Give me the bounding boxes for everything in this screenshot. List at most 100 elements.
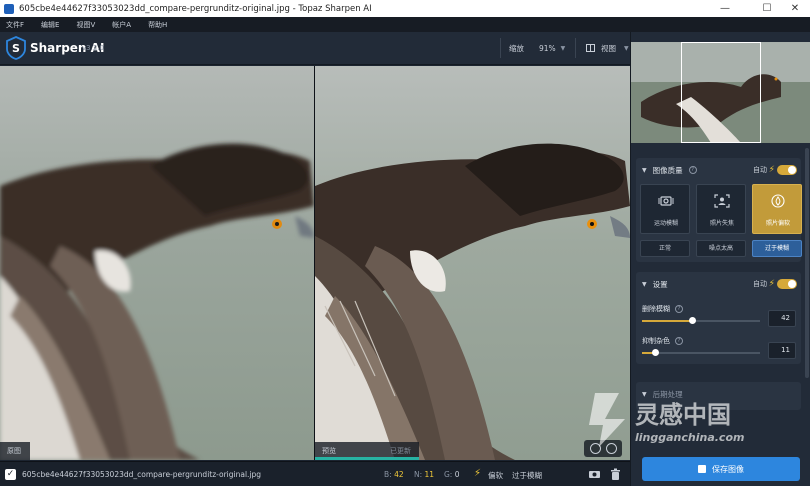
settings-auto-label: 自动 [753, 280, 767, 288]
remove-blur-label: 删除模糊 [642, 305, 670, 313]
menu-edit[interactable]: 编辑E [41, 20, 59, 30]
mode-too-soft-label: 照片偏软 [765, 220, 790, 227]
mode-out-of-focus[interactable]: 照片失焦 [696, 184, 746, 234]
settings-section: ▼ 设置 自动 ⚡ 删除模糊 ? 42 抑制杂色 ? 11 [636, 272, 801, 364]
menu-account[interactable]: 帐户A [112, 20, 131, 30]
app-window: 605cbe4e44627f33053023dd_compare-pergrun… [0, 0, 810, 486]
help-icon[interactable]: ? [675, 337, 683, 345]
zoom-label: 缩放 [509, 43, 524, 53]
preview-toggle-icon[interactable] [588, 468, 601, 481]
view-label: 视图 [601, 43, 616, 53]
preview-image-pane[interactable]: 预览 已更新 [315, 66, 630, 460]
remove-blur-slider[interactable] [642, 317, 760, 324]
svg-text:S: S [12, 42, 20, 55]
window-title: 605cbe4e44627f33053023dd_compare-pergrun… [19, 3, 372, 14]
auto-bolt-icon: ⚡ [768, 165, 775, 175]
panel-scrollbar[interactable] [805, 148, 809, 378]
status-mode: 偏软 [488, 471, 503, 480]
blur-stat: B: 42 [384, 470, 404, 479]
trash-icon[interactable] [609, 468, 622, 481]
blur-stat-value: 42 [394, 470, 404, 479]
sub-very-blurry[interactable]: 过于模糊 [752, 240, 802, 257]
image-quality-title: 图像质量 [652, 165, 683, 175]
save-image-button[interactable]: 保存图像 [642, 457, 800, 481]
status-submode: 过于模糊 [512, 471, 542, 480]
app-version: v3.2.0 [82, 44, 104, 52]
suppress-noise-label: 抑制杂色 [642, 337, 670, 345]
mode-motion-blur-label: 运动模糊 [653, 220, 678, 227]
status-bar: ✓ 605cbe4e44627f33053023dd_compare-pergr… [0, 461, 630, 486]
preview-duck-image [315, 66, 630, 460]
image-quality-auto-label: 自动 [753, 166, 767, 174]
mode-too-soft[interactable]: 照片偏软 [752, 184, 802, 234]
zoom-value: 91% [539, 43, 556, 53]
suppress-noise-row: 抑制杂色 ? 11 [642, 336, 797, 366]
zoom-dropdown[interactable]: 缩放 91% ▼ [500, 38, 570, 58]
watermark: 灵感中国 lingganchina.com [589, 393, 744, 447]
image-quality-header[interactable]: ▼ 图像质量 ? 自动 ⚡ [636, 158, 801, 182]
menu-bar: 文件F 编辑E 视图V 帐户A 帮助H [0, 17, 810, 32]
mode-out-of-focus-label: 照片失焦 [709, 220, 734, 227]
collapse-caret-icon: ▼ [642, 280, 647, 288]
mode-motion-blur[interactable]: 运动模糊 [640, 184, 690, 234]
noise-stat: N: 11 [414, 470, 434, 479]
remove-blur-slider-knob[interactable] [688, 317, 696, 324]
title-bar: 605cbe4e44627f33053023dd_compare-pergrun… [0, 0, 810, 17]
sub-normal[interactable]: 正常 [640, 240, 690, 257]
original-duck-image [0, 66, 314, 460]
suppress-noise-slider-knob[interactable] [651, 349, 659, 356]
auto-bolt-icon: ⚡ [768, 279, 775, 289]
suppress-noise-slider[interactable] [642, 349, 760, 356]
save-disk-icon [698, 465, 706, 473]
grain-stat-label: G: [444, 470, 453, 479]
menu-help[interactable]: 帮助H [148, 20, 167, 30]
maximize-button[interactable]: ☐ [752, 0, 782, 17]
topaz-logo-icon: S [6, 36, 26, 60]
split-view-icon [586, 44, 595, 52]
remove-blur-label-wrap: 删除模糊 ? [642, 304, 683, 314]
sub-option-buttons: 正常 噪点太高 过于模糊 [640, 240, 808, 257]
file-checkbox[interactable]: ✓ [5, 469, 16, 480]
navigator-viewport-frame[interactable] [681, 42, 761, 143]
image-quality-auto-toggle[interactable] [777, 165, 797, 175]
top-toolbar: S Sharpen AI v3.2.0 缩放 91% ▼ 视图 ▼ [0, 32, 630, 65]
suppress-noise-label-wrap: 抑制杂色 ? [642, 336, 683, 346]
original-image-pane[interactable]: 原图 [0, 66, 314, 460]
settings-auto-toggle[interactable] [777, 279, 797, 289]
chevron-down-icon: ▼ [624, 44, 629, 52]
settings-header[interactable]: ▼ 设置 自动 ⚡ [636, 272, 801, 296]
remove-blur-row: 删除模糊 ? 42 [642, 304, 797, 334]
original-label: 原图 [0, 442, 30, 460]
camera-shake-icon [658, 196, 674, 206]
navigator-thumbnail[interactable] [631, 42, 810, 143]
remove-blur-slider-fill [642, 320, 692, 322]
grain-stat-value: 0 [454, 470, 460, 479]
suppress-noise-input[interactable]: 11 [768, 342, 796, 359]
save-image-label: 保存图像 [712, 464, 744, 474]
grain-stat: G: 0 [444, 470, 460, 479]
preview-label: 预览 [322, 447, 336, 455]
preview-progress-bar [315, 457, 419, 460]
focus-person-icon [714, 194, 730, 208]
chevron-down-icon: ▼ [560, 44, 566, 52]
minimize-button[interactable]: — [710, 0, 740, 17]
mode-buttons: 运动模糊 照片失焦 照片偏软 [640, 184, 808, 234]
menu-view[interactable]: 视图V [76, 20, 95, 30]
soft-drop-icon [771, 194, 785, 208]
help-icon[interactable]: ? [675, 305, 683, 313]
image-quality-section: ▼ 图像质量 ? 自动 ⚡ 运动模糊 照片失焦 照片偏软 正常 噪点太高 过于模… [636, 158, 802, 262]
app-icon [4, 3, 14, 14]
remove-blur-input[interactable]: 42 [768, 310, 796, 327]
settings-title: 设置 [652, 279, 668, 289]
watermark-en: lingganchina.com [635, 431, 744, 444]
view-dropdown[interactable]: 视图 ▼ [575, 38, 630, 58]
auto-bolt-icon: ⚡ [474, 468, 482, 479]
watermark-cn: 灵感中国 [635, 401, 731, 429]
sub-too-noisy[interactable]: 噪点太高 [696, 240, 746, 257]
menu-file[interactable]: 文件F [6, 20, 24, 30]
status-filename: 605cbe4e44627f33053023dd_compare-pergrun… [22, 470, 262, 479]
close-button[interactable]: ✕ [780, 0, 810, 17]
help-icon[interactable]: ? [688, 166, 697, 174]
blur-stat-label: B: [384, 470, 392, 479]
noise-stat-label: N: [414, 470, 423, 479]
